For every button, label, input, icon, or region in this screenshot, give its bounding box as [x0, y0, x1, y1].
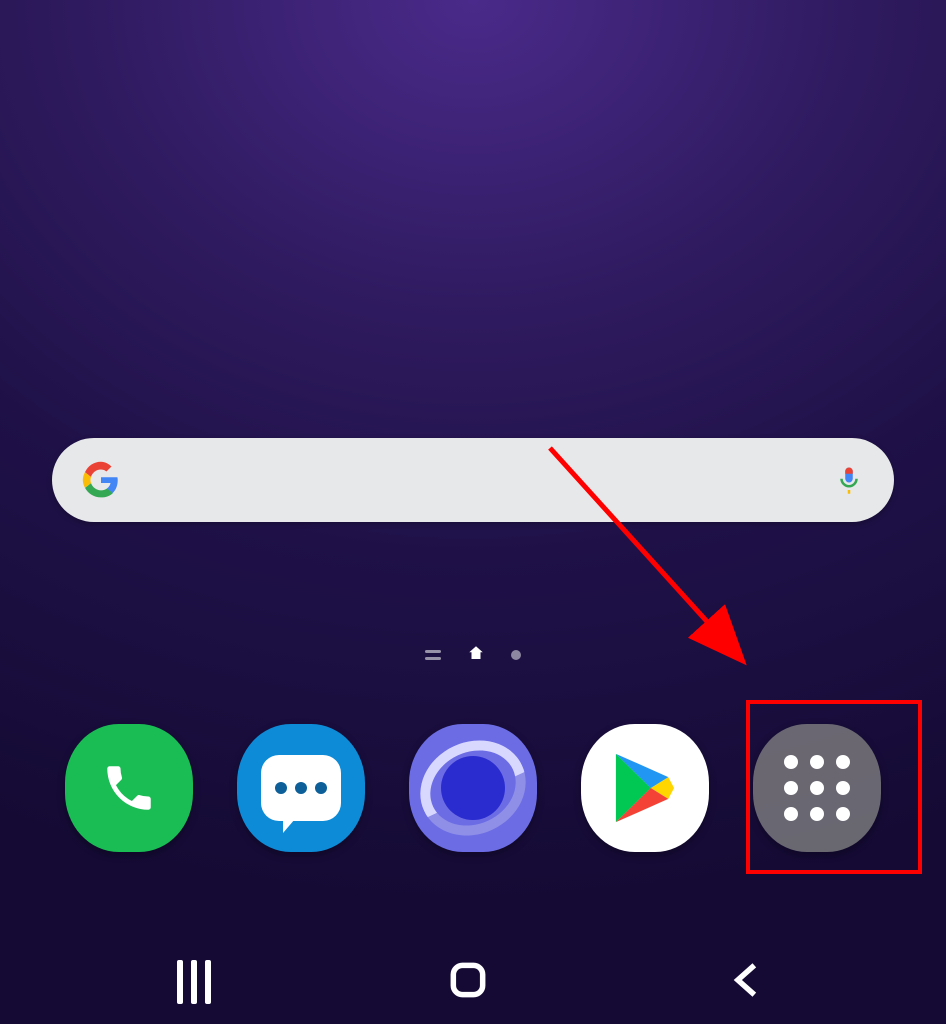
- feed-page-indicator-icon: [425, 650, 441, 660]
- page-dot-indicator-icon: [511, 650, 521, 660]
- back-button[interactable]: [725, 958, 769, 1006]
- google-logo-icon: [82, 461, 120, 499]
- phone-app[interactable]: [65, 724, 193, 852]
- system-nav-bar: [0, 958, 946, 1006]
- app-dock: [0, 724, 946, 852]
- messages-icon: [261, 755, 341, 821]
- home-page-indicator-icon: [467, 644, 485, 666]
- phone-icon: [100, 759, 158, 817]
- page-indicators: [425, 644, 521, 666]
- home-button[interactable]: [446, 958, 490, 1006]
- planet-icon: [441, 756, 505, 820]
- google-search-widget[interactable]: [52, 438, 894, 522]
- search-input[interactable]: [136, 469, 818, 492]
- browser-app[interactable]: [409, 724, 537, 852]
- recent-apps-button[interactable]: [177, 960, 211, 1004]
- messages-app[interactable]: [237, 724, 365, 852]
- app-grid-icon: [784, 755, 850, 821]
- play-store-icon: [608, 748, 682, 828]
- play-store-app[interactable]: [581, 724, 709, 852]
- app-drawer-button[interactable]: [753, 724, 881, 852]
- mic-icon[interactable]: [834, 463, 864, 497]
